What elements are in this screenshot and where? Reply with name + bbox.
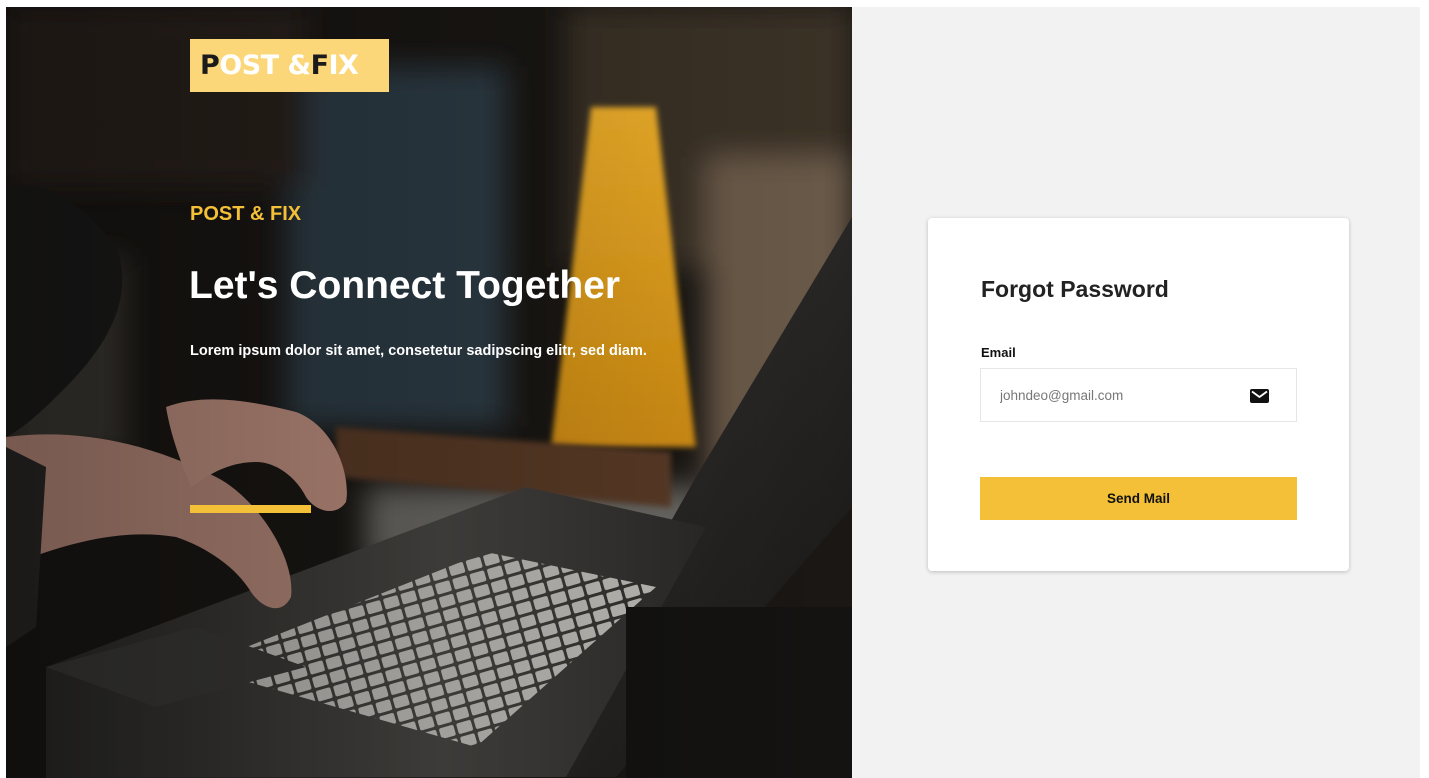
hero-brand: POST & FIX [190, 203, 302, 225]
email-input[interactable] [981, 369, 1296, 421]
hero-headline: Let's Connect Together [189, 264, 621, 307]
forgot-password-card: Forgot Password Email Send Mail [928, 218, 1349, 571]
logo-first-letter: P [200, 50, 220, 81]
email-label: Email [981, 345, 1016, 360]
hero-overlay [6, 7, 852, 778]
email-field [980, 368, 1297, 422]
hero-lead: Lorem ipsum dolor sit amet, consetetur s… [190, 343, 647, 359]
logo-text-part1: OST & [219, 50, 311, 81]
send-mail-button[interactable]: Send Mail [980, 477, 1297, 520]
logo-text-part2: IX [328, 50, 359, 81]
logo[interactable]: P OST & F IX [190, 39, 389, 92]
form-panel: Forgot Password Email Send Mail [852, 7, 1420, 778]
card-title: Forgot Password [981, 276, 1169, 302]
hero-panel: P OST & F IX POST & FIX Let's Connect Toge… [6, 7, 852, 778]
mail-icon [1250, 389, 1269, 403]
logo-second-letter: F [310, 50, 329, 81]
accent-divider [190, 505, 311, 513]
